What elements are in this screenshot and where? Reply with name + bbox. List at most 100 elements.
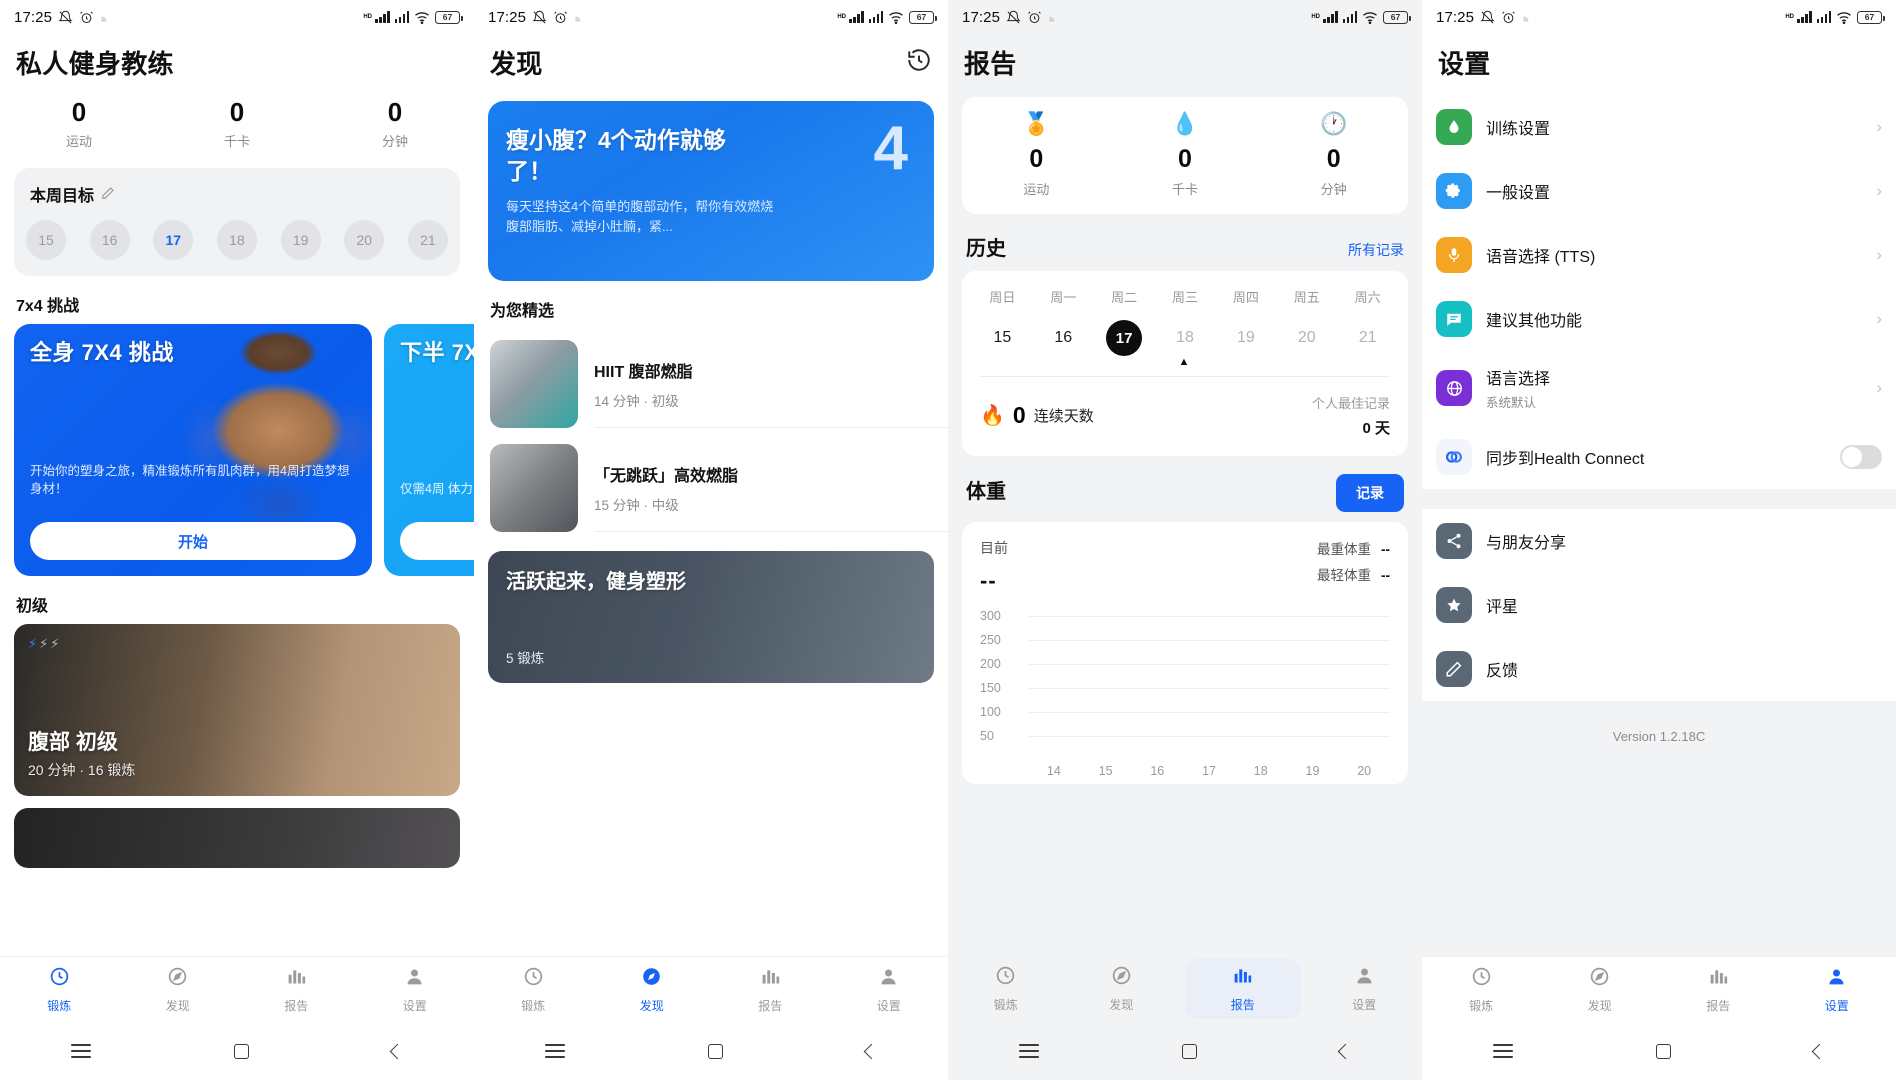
bottom-nav[interactable]: 锻炼 发现 报告 设置: [0, 956, 474, 1022]
system-nav-bar[interactable]: [1422, 1022, 1896, 1080]
stat-label: 千卡: [223, 134, 250, 150]
challenge-carousel[interactable]: 全身 7X4 挑战 开始你的塑身之旅，精准锻炼所有肌肉群，用4周打造梦想身材！ …: [0, 324, 474, 577]
date-cell[interactable]: 18: [1155, 320, 1216, 356]
bottom-nav[interactable]: 锻炼 发现 报告 设置: [948, 956, 1422, 1022]
hero-title: 瘦小腹？4个动作就够了！: [506, 127, 726, 185]
all-records-link[interactable]: 所有记录: [1348, 240, 1404, 260]
goal-day[interactable]: 16: [89, 220, 130, 261]
workout-card-next[interactable]: [14, 808, 460, 869]
system-nav-bar[interactable]: [0, 1022, 474, 1080]
system-nav-bar[interactable]: [474, 1022, 948, 1080]
tab-report[interactable]: 报告: [711, 966, 830, 1014]
goal-day[interactable]: 18: [216, 220, 257, 261]
goal-day[interactable]: 19: [280, 220, 321, 261]
wifi-icon: [414, 11, 430, 24]
tab-workout[interactable]: 锻炼: [1422, 966, 1541, 1014]
stat-value: 0: [1326, 145, 1341, 173]
home-button[interactable]: [233, 1043, 249, 1059]
recents-button[interactable]: [71, 1040, 92, 1061]
challenge-card-lowerbody[interactable]: 下半 7X4 仅需4周 体力！: [384, 324, 474, 577]
tab-report[interactable]: 报告: [237, 966, 356, 1014]
tab-workout[interactable]: 锻炼: [474, 966, 593, 1014]
date-cell-selected-value: 17: [1106, 320, 1143, 356]
tab-discover[interactable]: 发现: [1064, 965, 1180, 1013]
challenge-start-button[interactable]: 开始: [30, 522, 356, 561]
tab-settings[interactable]: 设置: [830, 966, 949, 1014]
history-icon[interactable]: [906, 47, 932, 78]
promo-card[interactable]: 活跃起来，健身塑形 5 锻炼: [488, 551, 934, 683]
tab-settings[interactable]: 设置: [1307, 965, 1423, 1013]
tab-discover[interactable]: 发现: [1541, 966, 1660, 1014]
max-weight-label: 最重体重: [1317, 542, 1371, 557]
goal-day-today[interactable]: 17: [153, 220, 194, 261]
home-button[interactable]: [1181, 1043, 1197, 1059]
recents-button[interactable]: [545, 1040, 566, 1061]
settings-row-rate[interactable]: 评星: [1422, 573, 1896, 637]
tab-report[interactable]: 报告: [1659, 966, 1778, 1014]
home-button[interactable]: [1655, 1043, 1671, 1059]
tab-settings[interactable]: 设置: [356, 966, 475, 1014]
date-cell[interactable]: 16: [1033, 320, 1094, 356]
settings-row-language[interactable]: 语言选择 系统默认 ›: [1422, 351, 1896, 425]
hero-article-card[interactable]: 瘦小腹？4个动作就够了！ 每天坚持这4个简单的腹部动作，帮你有效燃烧腹部脂肪、减…: [488, 101, 934, 281]
date-cell-selected[interactable]: 17: [1094, 320, 1155, 356]
week-col[interactable]: 周四 19: [1215, 287, 1276, 356]
goal-day[interactable]: 20: [344, 220, 385, 261]
current-weight-value: --: [980, 568, 997, 593]
home-button[interactable]: [707, 1043, 723, 1059]
workout-card-abs-beginner[interactable]: ⚡⚡⚡ 腹部 初级 20 分钟 · 16 锻炼: [14, 624, 460, 797]
challenge-card-fullbody[interactable]: 全身 7X4 挑战 开始你的塑身之旅，精准锻炼所有肌肉群，用4周打造梦想身材！ …: [14, 324, 372, 577]
weekly-goal-card[interactable]: 本周目标 15 16 17 18 19 20 21: [14, 168, 460, 277]
back-button[interactable]: [389, 1043, 405, 1059]
settings-row-tts[interactable]: 语音选择 (TTS) ›: [1422, 223, 1896, 287]
max-weight-value: --: [1381, 542, 1390, 557]
week-col[interactable]: 周三 18: [1155, 287, 1216, 356]
compass-icon: [1064, 965, 1180, 990]
back-button[interactable]: [863, 1043, 879, 1059]
week-col[interactable]: 周六 21: [1337, 287, 1398, 356]
date-cell[interactable]: 21: [1337, 320, 1398, 356]
list-item[interactable]: 「无跳跃」高效燃脂 15 分钟 · 中级: [474, 433, 948, 537]
tab-discover[interactable]: 发现: [119, 966, 238, 1014]
bottom-nav[interactable]: 锻炼 发现 报告 设置: [474, 956, 948, 1022]
record-weight-button[interactable]: 记录: [1336, 474, 1404, 512]
goal-day[interactable]: 15: [26, 220, 66, 261]
week-col[interactable]: 周日 15: [972, 287, 1033, 356]
settings-row-training[interactable]: 训练设置 ›: [1422, 95, 1896, 159]
cast-icon: [1522, 12, 1533, 23]
weekday-label: 周五: [1293, 290, 1320, 305]
challenge-start-button[interactable]: [400, 522, 474, 561]
week-col[interactable]: 周五 20: [1276, 287, 1337, 356]
recents-button[interactable]: [1493, 1040, 1514, 1061]
settings-row-general[interactable]: 一般设置 ›: [1422, 159, 1896, 223]
week-col[interactable]: 周一 16: [1033, 287, 1094, 356]
settings-row-suggest[interactable]: 建议其他功能 ›: [1422, 287, 1896, 351]
list-item[interactable]: HIIT 腹部燃脂 14 分钟 · 初级: [474, 329, 948, 433]
discover-header: 发现: [474, 34, 948, 87]
back-button[interactable]: [1337, 1043, 1353, 1059]
back-button[interactable]: [1811, 1043, 1827, 1059]
date-cell[interactable]: 20: [1276, 320, 1337, 356]
tab-discover[interactable]: 发现: [593, 966, 712, 1014]
stat-label: 运动: [1023, 182, 1050, 197]
week-grid: 周日 15 周一 16 周二 17 周三 18 周四 19 周五 20 周六 2…: [962, 271, 1408, 356]
health-connect-toggle[interactable]: [1840, 445, 1882, 469]
pencil-icon[interactable]: [101, 186, 115, 203]
goal-day[interactable]: 21: [407, 220, 448, 261]
settings-row-share[interactable]: 与朋友分享: [1422, 509, 1896, 573]
tab-settings[interactable]: 设置: [1778, 966, 1896, 1014]
tab-workout[interactable]: 锻炼: [0, 966, 119, 1014]
settings-row-feedback[interactable]: 反馈: [1422, 637, 1896, 701]
challenge-section-title: 7x4 挑战: [16, 298, 80, 316]
tab-report[interactable]: 报告: [1185, 959, 1301, 1019]
recents-button[interactable]: [1019, 1040, 1040, 1061]
date-cell[interactable]: 15: [972, 320, 1033, 356]
settings-row-health-connect[interactable]: 同步到Health Connect: [1422, 425, 1896, 489]
x-tick: 14: [1046, 764, 1061, 778]
date-cell[interactable]: 19: [1215, 320, 1276, 356]
bottom-nav[interactable]: 锻炼 发现 报告 设置: [1422, 956, 1896, 1022]
week-col-selected[interactable]: 周二 17: [1094, 287, 1155, 356]
system-nav-bar[interactable]: [948, 1022, 1422, 1080]
tab-workout[interactable]: 锻炼: [948, 965, 1064, 1013]
